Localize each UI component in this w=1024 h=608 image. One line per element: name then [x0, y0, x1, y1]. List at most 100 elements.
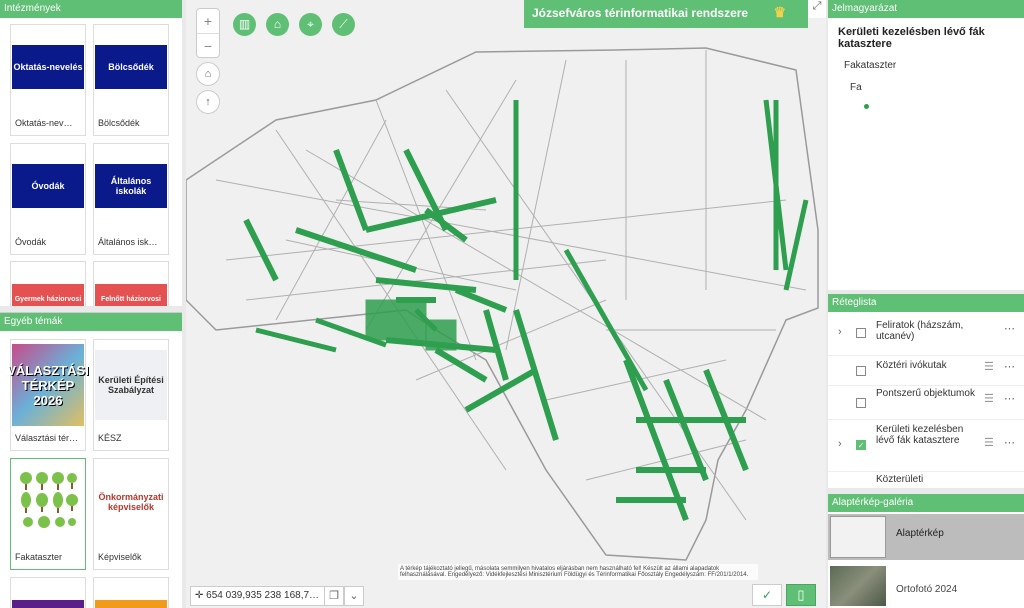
card-caption: Bölcsődék	[98, 118, 140, 128]
home-button[interactable]: ⌂	[196, 62, 220, 86]
map-view[interactable]: + − ⌂ ↑ ▥ ⌂ ⌖ ⟋ Józsefváros térinformati…	[186, 0, 826, 608]
card-altalanos-iskolak[interactable]: Általános iskolák Általános isk…	[93, 143, 169, 255]
legend-list-icon[interactable]: ☰	[984, 436, 994, 449]
zoom-out-button[interactable]: −	[197, 33, 219, 57]
card-thumb: Óvodák	[12, 164, 84, 208]
other-topics-panel: Egyéb témák VÁLASZTÁSI TÉRKÉP 2026 Válas…	[0, 312, 182, 608]
basemap-label: Ortofotó 2024	[896, 584, 958, 595]
card-caption: Képviselők	[98, 552, 142, 562]
chevron-down-icon[interactable]: ⌄	[344, 586, 364, 606]
legend-layer-title: Kerületi kezelésben lévő fák katasztere	[838, 26, 985, 50]
home-tool-button[interactable]: ⌂	[266, 13, 289, 36]
basemap-label: Alaptérkép	[896, 528, 944, 539]
layer-list-header: Réteglista	[828, 294, 1024, 312]
layer-label: Kerületi kezelésben lévő fák katasztere	[876, 424, 964, 446]
trees-icon	[20, 472, 78, 528]
layer-checkbox[interactable]	[856, 366, 866, 376]
location-tool-button[interactable]: ⌖	[299, 13, 322, 36]
legend-list-icon[interactable]: ☰	[984, 392, 994, 405]
card-orange[interactable]	[93, 577, 169, 608]
coat-of-arms-icon: ♛	[773, 4, 786, 20]
card-valasztasi-terkep[interactable]: VÁLASZTÁSI TÉRKÉP 2026 Választási tér…	[7, 339, 89, 451]
basemap-item-selected[interactable]: Alaptérkép	[828, 514, 1024, 560]
app-title: Józsefváros térinformatikai rendszere ♛	[524, 0, 808, 28]
layer-row[interactable]: Köztéri ivókutak ☰ ⋯	[828, 356, 1024, 386]
card-thumb: Kerületi Építési Szabályzat	[95, 350, 167, 420]
card-thumb: Oktatás-nevelés	[12, 45, 84, 89]
card-ovodak[interactable]: Óvodák Óvodák	[10, 143, 86, 255]
card-caption: Választási tér…	[15, 433, 79, 443]
card-thumb: VÁLASZTÁSI TÉRKÉP 2026	[7, 344, 89, 426]
book-icon: ▯	[797, 587, 805, 602]
expand-icon[interactable]: ⤢	[808, 0, 826, 18]
layer-label: Pontszerű objektumok	[876, 388, 975, 399]
card-oktatas[interactable]: Oktatás-nevelés Oktatás-nev…	[10, 24, 86, 136]
home-icon: ⌂	[204, 68, 212, 80]
basemap-item[interactable]: Ortofotó 2024	[828, 564, 1024, 608]
card-fakataszter[interactable]: Fakataszter	[10, 458, 86, 570]
card-thumb: Általános iskolák	[95, 164, 167, 208]
north-arrow-icon: ↑	[205, 96, 211, 108]
card-kesz[interactable]: Kerületi Építési Szabályzat KÉSZ	[93, 339, 169, 451]
more-icon[interactable]: ⋯	[1004, 436, 1015, 449]
chevron-right-icon[interactable]: ›	[838, 326, 842, 338]
foldugy-logo[interactable]: ✓	[752, 584, 782, 606]
card-caption: Óvodák	[15, 237, 47, 247]
legend-list-icon[interactable]: ☰	[984, 360, 994, 373]
basemap-gallery-panel: Alaptérkép-galéria Alaptérkép Ortofotó 2…	[828, 494, 1024, 608]
legend-panel: Jelmagyarázat Kerületi kezelésben lévő f…	[828, 0, 1024, 290]
more-icon[interactable]: ⋯	[1004, 360, 1015, 373]
layer-label: Közterületi	[876, 474, 924, 485]
layer-checkbox[interactable]	[856, 328, 866, 338]
card-caption: KÉSZ	[98, 433, 122, 443]
card-bolcsodek[interactable]: Bölcsődék Bölcsődék	[93, 24, 169, 136]
card-caption: Fakataszter	[15, 552, 63, 562]
compass-button[interactable]: ↑	[196, 90, 220, 114]
card-purple[interactable]	[10, 577, 86, 608]
layer-checkbox-checked[interactable]: ✓	[856, 440, 866, 450]
legend-item-label: Fa	[850, 82, 862, 93]
layer-label: Feliratok (házszám, utcanév)	[876, 320, 964, 342]
building-icon: ▥	[238, 17, 251, 31]
basemap-thumb	[830, 566, 886, 606]
chevron-right-icon[interactable]: ›	[838, 438, 842, 450]
trees-illustration	[12, 465, 84, 537]
layer-list-panel: Réteglista › Feliratok (házszám, utcanév…	[828, 294, 1024, 488]
card-gyermek-haziorvos[interactable]: Gyermek háziorvosi	[10, 261, 86, 306]
card-caption: Általános isk…	[98, 237, 158, 247]
card-thumb: Gyermek háziorvosi	[12, 284, 84, 306]
ruler-icon: ⟋	[339, 17, 348, 31]
card-felnott-haziorvos[interactable]: Felnőtt háziorvosi	[93, 261, 169, 306]
house-icon: ⌂	[273, 17, 282, 31]
book-icon-button[interactable]: ▯	[786, 584, 816, 606]
card-thumb: Felnőtt háziorvosi	[95, 284, 167, 306]
tree-point-symbol	[864, 104, 869, 109]
institutions-header: Intézmények	[0, 0, 182, 18]
copy-icon[interactable]: ❐	[324, 586, 344, 606]
other-topics-header: Egyéb témák	[0, 313, 182, 331]
coordinate-text: 654 039,935 238 168,7…	[206, 590, 320, 601]
map-pin-icon: ⌖	[307, 17, 314, 31]
card-thumb: Bölcsődék	[95, 45, 167, 89]
card-kepviselok[interactable]: Önkormányzati képviselők Képviselők	[93, 458, 169, 570]
measure-tool-button[interactable]: ⟋	[332, 13, 355, 36]
card-thumb	[95, 600, 167, 608]
layer-row[interactable]: › ✓ Kerületi kezelésben lévő fák kataszt…	[828, 420, 1024, 472]
more-icon[interactable]: ⋯	[1004, 392, 1015, 405]
basemap-thumb	[830, 516, 886, 558]
zoom-control: + −	[196, 8, 220, 58]
app-title-text: Józsefváros térinformatikai rendszere	[532, 6, 749, 20]
more-icon[interactable]: ⋯	[1004, 322, 1015, 335]
layer-checkbox[interactable]	[856, 398, 866, 408]
layer-row[interactable]: Közterületi	[828, 472, 1024, 488]
layer-label: Köztéri ivókutak	[876, 360, 947, 371]
zoom-in-button[interactable]: +	[197, 9, 219, 33]
institutions-tool-button[interactable]: ▥	[233, 13, 256, 36]
legend-header: Jelmagyarázat	[828, 0, 1024, 18]
map-canvas[interactable]	[186, 0, 826, 608]
crosshair-icon: ✛	[195, 590, 207, 601]
card-caption: Oktatás-nev…	[15, 118, 73, 128]
institutions-panel: Intézmények Oktatás-nevelés Oktatás-nev……	[0, 0, 182, 306]
layer-row[interactable]: › Feliratok (házszám, utcanév) ⋯	[828, 316, 1024, 356]
layer-row[interactable]: Pontszerű objektumok ☰ ⋯	[828, 386, 1024, 420]
